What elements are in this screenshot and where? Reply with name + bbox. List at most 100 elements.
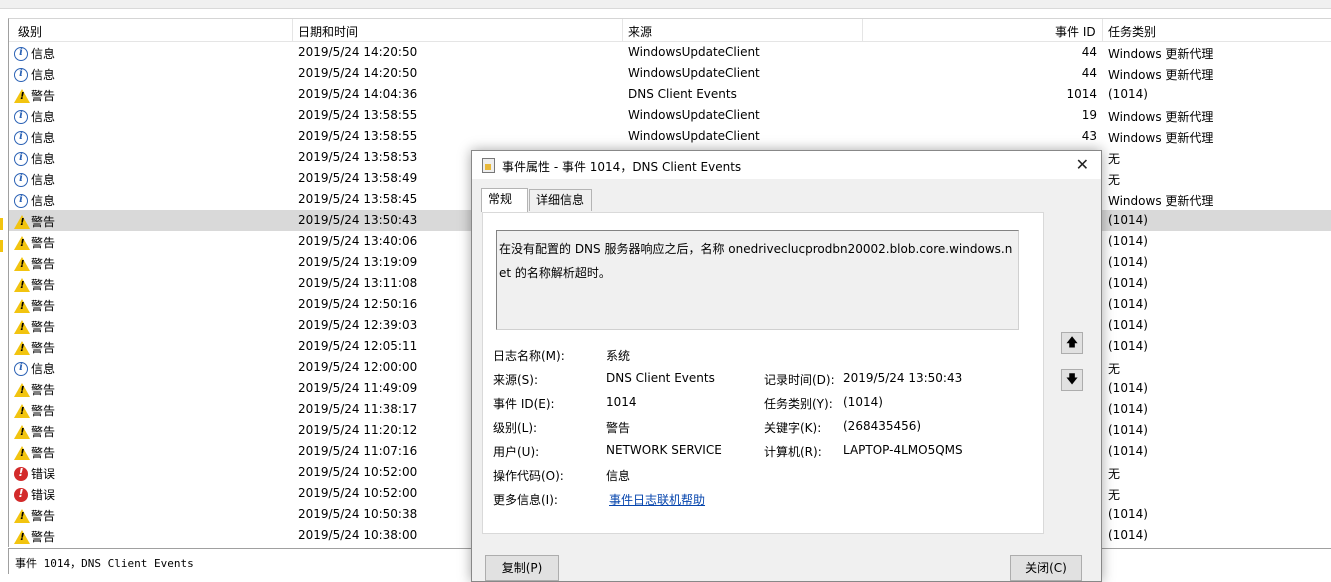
warning-icon (14, 340, 30, 355)
level-text: 警告 (31, 404, 56, 418)
event-description-box[interactable]: 在没有配置的 DNS 服务器响应之后，名称 onedriveclucprodbn… (496, 230, 1019, 330)
info-icon (14, 130, 28, 145)
error-icon (14, 487, 28, 502)
next-event-button[interactable]: 🡇 (1061, 369, 1083, 391)
task-category-cell: (1014) (1108, 381, 1148, 395)
info-icon (14, 46, 28, 61)
task-category-cell: (1014) (1108, 297, 1148, 311)
level-cell: 信息 (14, 45, 55, 62)
warning-icon (14, 319, 30, 334)
column-header-event-id[interactable]: 事件 ID (1055, 23, 1096, 40)
task-category-cell: Windows 更新代理 (1108, 47, 1214, 61)
date-cell: 2019/5/24 12:50:16 (298, 297, 418, 311)
left-edge-fragment (0, 218, 3, 230)
warning-icon (14, 88, 30, 103)
table-row[interactable]: 信息 2019/5/24 13:58:55 WindowsUpdateClient 4… (9, 126, 1331, 147)
date-cell: 2019/5/24 13:11:08 (298, 276, 418, 290)
table-row[interactable]: 信息 2019/5/24 14:20:50 WindowsUpdateClient 4… (9, 63, 1331, 84)
level-text: 警告 (31, 257, 56, 271)
close-icon[interactable]: ✕ (1076, 155, 1089, 174)
top-toolbar-strip (0, 0, 1331, 9)
task-category-cell: (1014) (1108, 339, 1148, 353)
task-category-cell: (1014) (1108, 318, 1148, 332)
task-category-cell: 无 (1108, 488, 1121, 502)
label-user: 用户(U): (493, 445, 540, 459)
table-row[interactable]: 警告 2019/5/24 14:04:36 DNS Client Events 101… (9, 84, 1331, 105)
date-cell: 2019/5/24 13:58:49 (298, 171, 418, 185)
date-cell: 2019/5/24 13:40:06 (298, 234, 418, 248)
info-icon (14, 172, 28, 187)
value-logged: 2019/5/24 13:50:43 (843, 371, 963, 385)
level-text: 信息 (31, 152, 56, 166)
task-category-cell: (1014) (1108, 528, 1148, 542)
previous-event-button[interactable]: 🡅 (1061, 332, 1083, 354)
warning-icon (14, 424, 30, 439)
warning-icon (14, 382, 30, 397)
level-cell: 警告 (14, 444, 55, 461)
level-cell: 信息 (14, 360, 55, 377)
date-cell: 2019/5/24 10:50:38 (298, 507, 418, 521)
event-id-cell: 1014 (1066, 87, 1097, 101)
column-header-level[interactable]: 级别 (18, 23, 42, 40)
level-text: 警告 (31, 530, 56, 544)
table-row[interactable]: 信息 2019/5/24 14:20:50 WindowsUpdateClient 4… (9, 42, 1331, 63)
level-cell: 警告 (14, 213, 55, 230)
source-cell: WindowsUpdateClient (628, 108, 760, 122)
task-category-cell: (1014) (1108, 423, 1148, 437)
date-cell: 2019/5/24 10:52:00 (298, 486, 418, 500)
label-more-info: 更多信息(I): (493, 493, 558, 507)
value-source: DNS Client Events (606, 371, 715, 385)
task-category-cell: Windows 更新代理 (1108, 68, 1214, 82)
date-cell: 2019/5/24 11:38:17 (298, 402, 418, 416)
label-opcode: 操作代码(O): (493, 469, 564, 483)
level-text: 信息 (31, 173, 56, 187)
label-computer: 计算机(R): (764, 445, 822, 459)
level-cell: 警告 (14, 318, 55, 335)
tab-general[interactable]: 常规 (481, 188, 528, 212)
copy-button[interactable]: 复制(P) (485, 555, 559, 581)
date-cell: 2019/5/24 13:50:43 (298, 213, 418, 227)
warning-icon (14, 235, 30, 250)
task-category-cell: 无 (1108, 152, 1121, 166)
date-cell: 2019/5/24 13:19:09 (298, 255, 418, 269)
level-cell: 警告 (14, 276, 55, 293)
level-cell: 信息 (14, 171, 55, 188)
date-cell: 2019/5/24 11:20:12 (298, 423, 418, 437)
level-cell: 警告 (14, 339, 55, 356)
level-text: 警告 (31, 278, 56, 292)
column-header-source[interactable]: 来源 (628, 23, 652, 40)
date-cell: 2019/5/24 13:58:55 (298, 129, 418, 143)
level-text: 信息 (31, 362, 56, 376)
event-description: 在没有配置的 DNS 服务器响应之后，名称 onedriveclucprodbn… (499, 242, 1013, 280)
level-cell: 警告 (14, 381, 55, 398)
column-header-date[interactable]: 日期和时间 (298, 23, 358, 40)
info-icon (14, 67, 28, 82)
close-button[interactable]: 关闭(C) (1010, 555, 1082, 581)
value-task-category: (1014) (843, 395, 883, 409)
event-list-header: 级别 日期和时间 来源 事件 ID 任务类别 (9, 19, 1331, 42)
task-category-cell: (1014) (1108, 234, 1148, 248)
info-icon (14, 151, 28, 166)
level-text: 警告 (31, 320, 56, 334)
dialog-titlebar[interactable]: 事件属性 - 事件 1014，DNS Client Events ✕ (472, 151, 1101, 179)
tab-details[interactable]: 详细信息 (529, 189, 592, 211)
warning-icon (14, 529, 30, 544)
warning-icon (14, 256, 30, 271)
level-text: 警告 (31, 509, 56, 523)
level-cell: 警告 (14, 297, 55, 314)
level-cell: 信息 (14, 66, 55, 83)
task-category-cell: 无 (1108, 173, 1121, 187)
level-cell: 警告 (14, 423, 55, 440)
status-text: 事件 1014，DNS Client Events (15, 557, 194, 570)
level-cell: 信息 (14, 150, 55, 167)
event-id-cell: 43 (1081, 129, 1097, 143)
source-cell: WindowsUpdateClient (628, 129, 760, 143)
label-task-category: 任务类别(Y): (764, 397, 833, 411)
column-header-task[interactable]: 任务类别 (1108, 23, 1156, 40)
arrow-down-icon: 🡇 (1065, 372, 1079, 386)
table-row[interactable]: 信息 2019/5/24 13:58:55 WindowsUpdateClient 1… (9, 105, 1331, 126)
online-help-link[interactable]: 事件日志联机帮助 (609, 491, 705, 508)
source-cell: WindowsUpdateClient (628, 66, 760, 80)
general-tab-panel: 在没有配置的 DNS 服务器响应之后，名称 onedriveclucprodbn… (482, 212, 1044, 534)
level-cell: 信息 (14, 108, 55, 125)
